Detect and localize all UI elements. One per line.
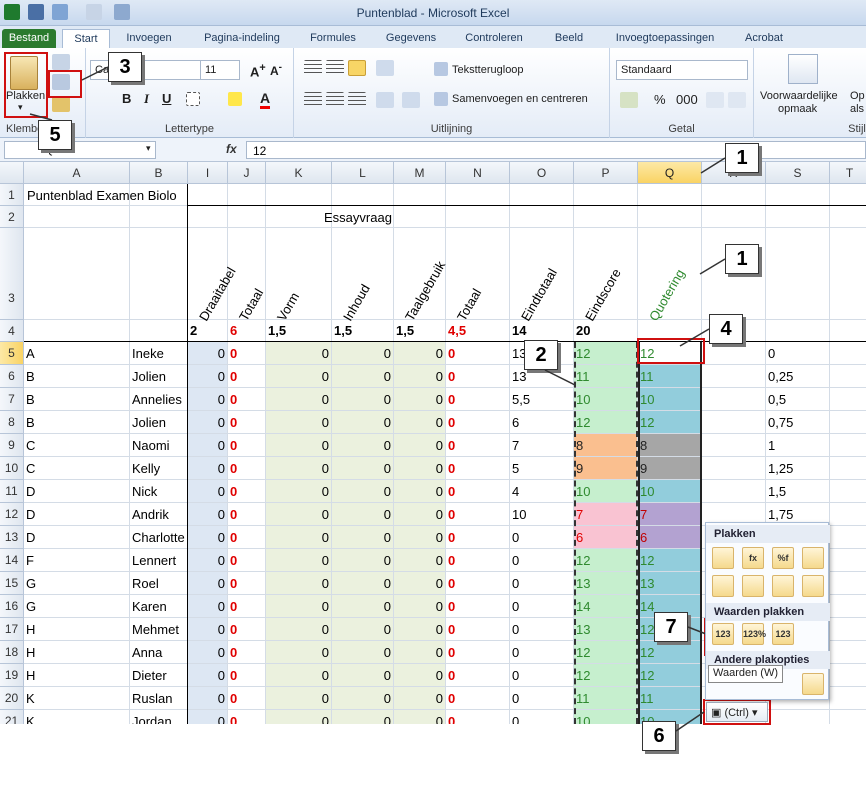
paste-transpose-icon[interactable] [772, 575, 794, 597]
paste-ctrl-label: (Ctrl) [724, 707, 749, 719]
paste-column-widths-icon[interactable] [742, 575, 764, 597]
paste-normal-icon[interactable] [712, 547, 734, 569]
paste-section-title: Plakken [706, 525, 830, 543]
paste-formulas-numbers-icon[interactable]: %f [772, 547, 794, 569]
paste-ctrl-button[interactable]: ▣ (Ctrl) ▾ [706, 702, 768, 722]
tooltip: Waarden (W) [708, 665, 783, 683]
paste-values-source-icon[interactable]: 123 [772, 623, 794, 645]
clipboard-icon: ▣ [711, 707, 725, 719]
paste-no-borders-icon[interactable] [712, 575, 734, 597]
paste-merge-format-icon[interactable] [802, 575, 824, 597]
paste-formulas-icon[interactable]: fx [742, 547, 764, 569]
paste-values-section-title: Waarden plakken [706, 603, 830, 621]
paste-keep-source-icon[interactable] [802, 547, 824, 569]
paste-values-numbers-icon[interactable]: 123% [742, 623, 766, 645]
paste-picture-link-icon[interactable] [802, 673, 824, 695]
paste-values-icon[interactable]: 123 [712, 623, 734, 645]
